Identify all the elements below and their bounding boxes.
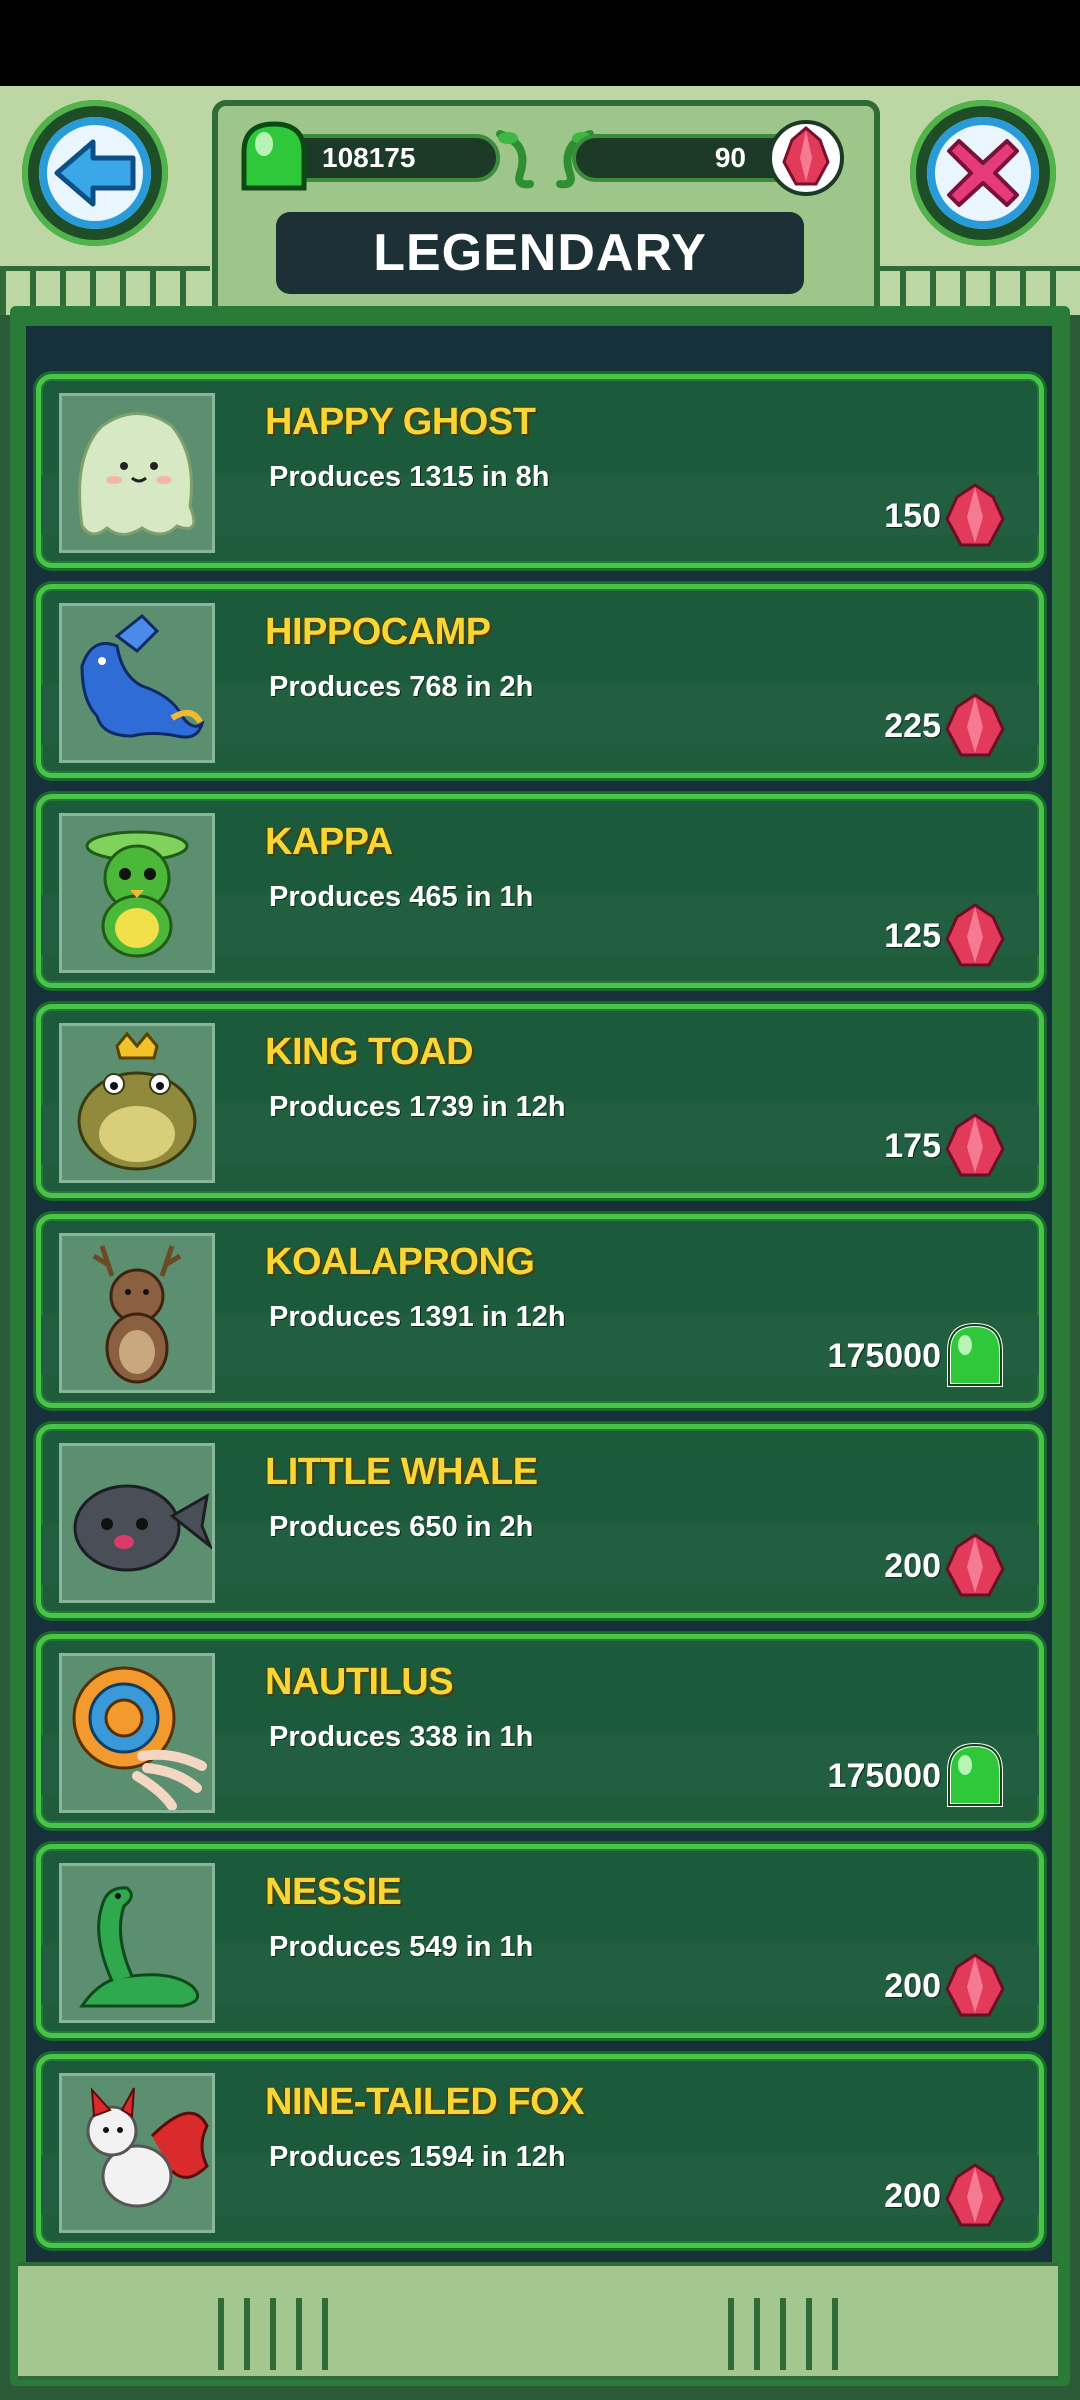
kappa-icon [85,830,189,958]
monster-price: 150 [884,497,941,535]
page-title: LEGENDARY [276,212,804,294]
monster-price: 125 [884,917,941,955]
monster-price: 175 [884,1127,941,1165]
monster-thumbnail [59,1023,215,1183]
jelly-icon [241,121,307,191]
monster-name: HIPPOCAMP [265,611,491,653]
monster-card-kappa[interactable]: KAPPA Produces 465 in 1h 125 [36,794,1044,988]
monster-production: Produces 338 in 1h [269,1721,534,1753]
monster-price: 200 [884,1547,941,1585]
monster-name: KING TOAD [265,1031,474,1073]
gem-icon [945,1113,1005,1177]
monster-production: Produces 1391 in 12h [269,1301,566,1333]
monster-name: NAUTILUS [265,1661,454,1703]
gem-icon [945,1953,1005,2017]
monster-card-hippocamp[interactable]: HIPPOCAMP Produces 768 in 2h 225 [36,584,1044,778]
koalaprong-icon [92,1245,182,1384]
monster-name: NESSIE [265,1871,402,1913]
monster-production: Produces 768 in 2h [269,671,534,703]
monster-card-king-toad[interactable]: KING TOAD Produces 1739 in 12h 175 [36,1004,1044,1198]
monster-price: 225 [884,707,941,745]
back-arrow-icon [54,139,136,207]
monster-thumbnail [59,1653,215,1813]
monster-thumbnail [59,813,215,973]
monster-card-happy-ghost[interactable]: HAPPY GHOST Produces 1315 in 8h 150 [36,374,1044,568]
nautilus-icon [72,1666,207,1811]
close-x-icon [947,139,1019,207]
hippocamp-icon [80,613,205,739]
gem-icon [945,903,1005,967]
gem-icon [945,1533,1005,1597]
monster-name: NINE-TAILED FOX [265,2081,585,2123]
monster-price: 200 [884,2177,941,2215]
monster-price: 175000 [827,1337,941,1375]
back-button[interactable] [22,100,168,246]
monster-thumbnail [59,1863,215,2023]
monster-price: 200 [884,1967,941,2005]
monster-production: Produces 650 in 2h [269,1511,534,1543]
bottom-ornament [18,2262,1058,2380]
monster-card-nautilus[interactable]: NAUTILUS Produces 338 in 1h 175000 [36,1634,1044,1828]
monster-card-little-whale[interactable]: LITTLE WHALE Produces 650 in 2h 200 [36,1424,1044,1618]
nessie-icon [79,1886,200,2008]
monster-name: KAPPA [265,821,393,863]
status-bar [0,0,1080,86]
little-whale-icon [73,1484,214,1572]
happy-ghost-icon [78,412,196,536]
monster-thumbnail [59,1233,215,1393]
jelly-icon [947,1322,1003,1387]
monster-card-koalaprong[interactable]: KOALAPRONG Produces 1391 in 12h 175000 [36,1214,1044,1408]
monster-card-nine-tailed-fox[interactable]: NINE-TAILED FOX Produces 1594 in 12h 200 [36,2054,1044,2248]
monster-production: Produces 1594 in 12h [269,2141,566,2173]
monster-name: KOALAPRONG [265,1241,535,1283]
gem-count: 90 [714,142,746,173]
king-toad-icon [77,1031,197,1171]
gem-icon [945,693,1005,757]
monster-thumbnail [59,603,215,763]
monster-production: Produces 1739 in 12h [269,1091,566,1123]
jelly-count: 108175 [322,142,416,173]
monster-production: Produces 549 in 1h [269,1931,534,1963]
gem-icon [945,483,1005,547]
monster-price: 175000 [827,1757,941,1795]
monster-production: Produces 465 in 1h [269,881,534,913]
close-button[interactable] [910,100,1056,246]
gem-icon [945,2163,1005,2227]
gem-icon [768,120,844,196]
monster-thumbnail [59,393,215,553]
jelly-icon [947,1742,1003,1807]
monster-name: HAPPY GHOST [265,401,536,443]
monster-card-nessie[interactable]: NESSIE Produces 549 in 1h 200 [36,1844,1044,2038]
monster-production: Produces 1315 in 8h [269,461,550,493]
monster-thumbnail [59,1443,215,1603]
monster-name: LITTLE WHALE [265,1451,538,1493]
nine-tailed-fox-icon [86,2087,209,2208]
monster-thumbnail [59,2073,215,2233]
